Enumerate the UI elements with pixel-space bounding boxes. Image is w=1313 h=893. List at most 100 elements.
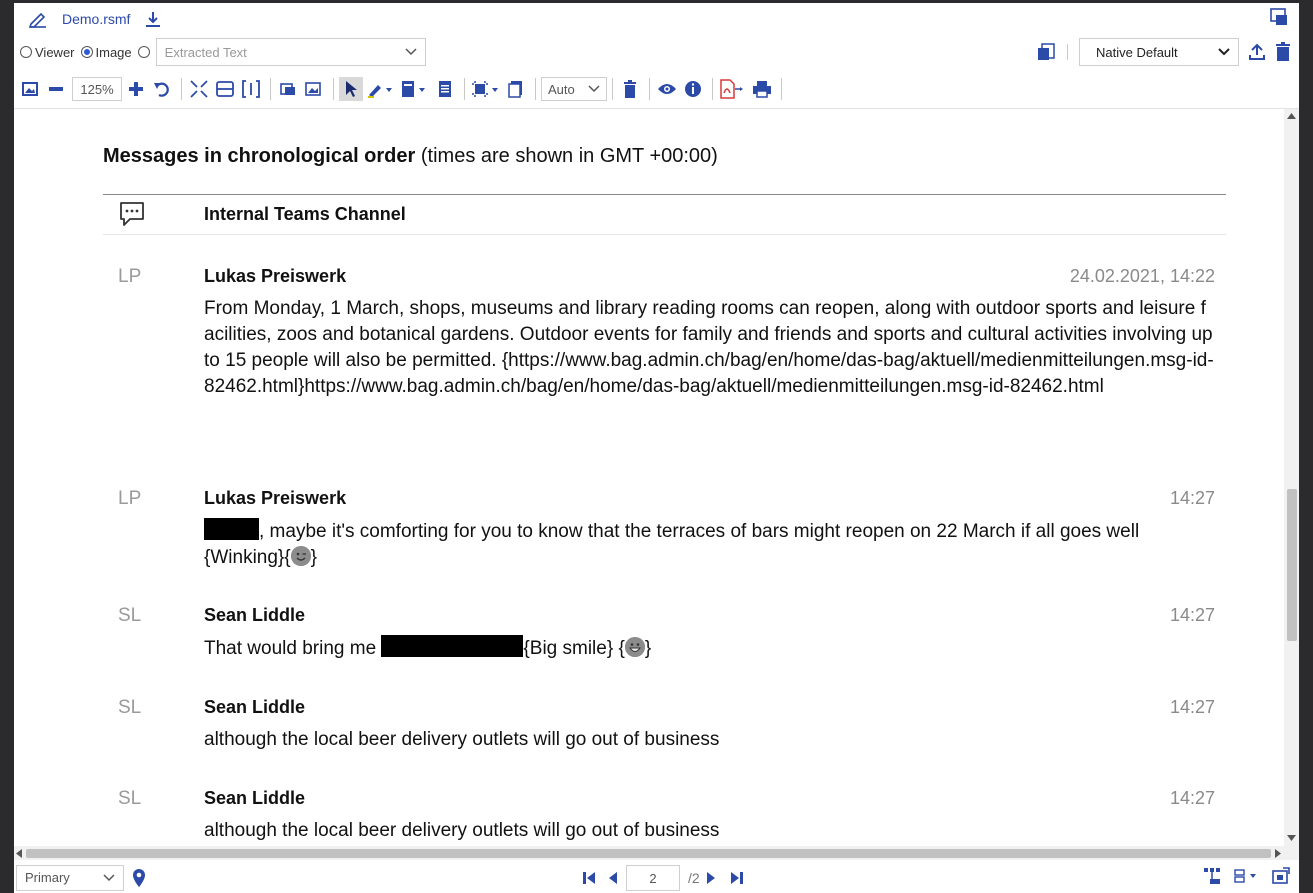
download-icon[interactable] [144,10,162,28]
zoom-value: 125% [80,81,114,97]
next-page-icon[interactable] [706,871,716,885]
document-icon[interactable] [433,77,457,101]
message-text: , maybe it's comforting for you to know … [204,518,1214,571]
vertical-scrollbar[interactable] [1284,109,1299,847]
message-time: 14:27 [1169,488,1215,508]
toolbar-separator [649,78,650,100]
pages-copy-icon[interactable] [504,77,528,101]
trash-icon[interactable] [1275,42,1291,62]
page-options-icon[interactable] [399,77,431,101]
highlighter-icon[interactable] [365,77,397,101]
profile-select-value: Native Default [1096,44,1178,60]
message-time: 24.02.2021, 14:22 [1069,266,1215,286]
extracted-text-label: Extracted Text [164,44,247,60]
eye-icon[interactable] [655,77,679,101]
horizontal-scrollbar[interactable] [14,846,1299,860]
delete-icon[interactable] [618,77,642,101]
fit-height-icon[interactable] [239,77,263,101]
info-icon[interactable] [681,77,705,101]
channel-divider [103,234,1226,235]
message-text-end: } [644,638,652,659]
page-number-input[interactable]: 2 [626,865,680,891]
location-pin-icon[interactable] [132,868,146,888]
image-radio-dot[interactable] [80,46,93,58]
modebar-separator [1067,44,1068,60]
message-author: Lukas Preiswerk [204,488,347,508]
fit-mode-value: Auto [548,81,575,97]
toolbar-separator [333,78,334,100]
toolbar-separator [535,78,536,100]
avatar-initials: SL [118,697,142,718]
toolbar-separator [270,78,271,100]
zoom-input[interactable]: 125% [72,77,122,101]
chevron-down-icon [405,48,417,56]
heading-bold: Messages in chronological order [103,145,416,167]
viewer-radio-label: Viewer [35,44,75,60]
image-view-icon[interactable] [18,77,42,101]
avatar-initials: SL [118,605,142,626]
profile-select[interactable]: Native Default [1079,38,1239,66]
crop-icon[interactable] [470,77,502,101]
big-smile-emoji-icon [624,637,645,657]
page-navigator: 2 /2 [582,865,744,891]
scroll-right-icon[interactable] [1275,849,1281,858]
viewer-app: Demo.rsmf Viewer Image Extracted Text Na… [14,3,1299,893]
message-author: Lukas Preiswerk [204,266,347,286]
tree-structure-icon[interactable] [1203,867,1221,885]
select-pointer-icon[interactable] [339,77,363,101]
fit-width-icon[interactable] [213,77,237,101]
fit-mode-select[interactable]: Auto [541,77,607,101]
window-mode-icon[interactable] [1269,7,1289,27]
heading-divider [103,194,1226,195]
image-edit-icon[interactable] [302,77,326,101]
message-text-part: {Big smile} { [523,638,625,659]
upload-icon[interactable] [1247,42,1267,62]
viewer-radio[interactable]: Viewer [20,45,75,60]
toolbar-separator [612,78,613,100]
print-icon[interactable] [750,77,774,101]
page-current: 2 [649,870,657,886]
extracted-text-select[interactable]: Extracted Text [155,38,426,66]
message-time: 14:27 [1169,605,1215,625]
layout-options-icon[interactable] [1233,868,1261,884]
last-page-icon[interactable] [730,871,744,885]
extracted-radio-dot[interactable] [137,46,150,58]
scroll-left-icon[interactable] [16,849,22,858]
fit-page-icon[interactable] [187,77,211,101]
file-name[interactable]: Demo.rsmf [62,11,130,27]
toolbar-separator [712,78,713,100]
copy-pages-icon[interactable] [1036,42,1056,62]
zoom-out-icon[interactable] [44,77,68,101]
horizontal-scroll-thumb[interactable] [26,849,1271,858]
scroll-up-icon[interactable] [1287,113,1296,119]
message-text-part: That would bring me [204,638,382,659]
winking-emoji-icon [290,546,311,566]
first-page-icon[interactable] [582,871,596,885]
extracted-radio[interactable] [137,46,153,58]
redaction-box [204,518,259,540]
copy-image-icon[interactable] [276,77,300,101]
previous-page-icon[interactable] [608,871,618,885]
popout-window-icon[interactable] [1271,867,1291,885]
rotate-icon[interactable] [150,77,174,101]
edit-pen-icon[interactable] [28,10,48,28]
page-heading: Messages in chronological order (times a… [103,145,718,168]
message-author: Sean Liddle [204,697,306,717]
file-tab[interactable]: Demo.rsmf [22,10,170,28]
document-viewport[interactable]: Messages in chronological order (times a… [14,108,1299,847]
chat-bubble-icon [118,201,146,232]
toolbar-separator [781,78,782,100]
zoom-in-icon[interactable] [124,77,148,101]
vertical-scroll-thumb[interactable] [1287,489,1297,641]
pdf-export-icon[interactable] [718,77,748,101]
view-select[interactable]: Primary [16,864,124,891]
toolbar-separator [464,78,465,100]
image-radio[interactable]: Image [80,45,132,60]
scroll-down-icon[interactable] [1287,835,1296,841]
message-author: Sean Liddle [204,605,306,625]
message-text: although the local beer delivery outlets… [204,820,720,841]
avatar-initials: LP [118,488,142,509]
mode-bar: Viewer Image Extracted Text Native Defau… [14,35,1299,69]
avatar-initials: SL [118,788,142,809]
viewer-radio-dot[interactable] [20,46,32,58]
